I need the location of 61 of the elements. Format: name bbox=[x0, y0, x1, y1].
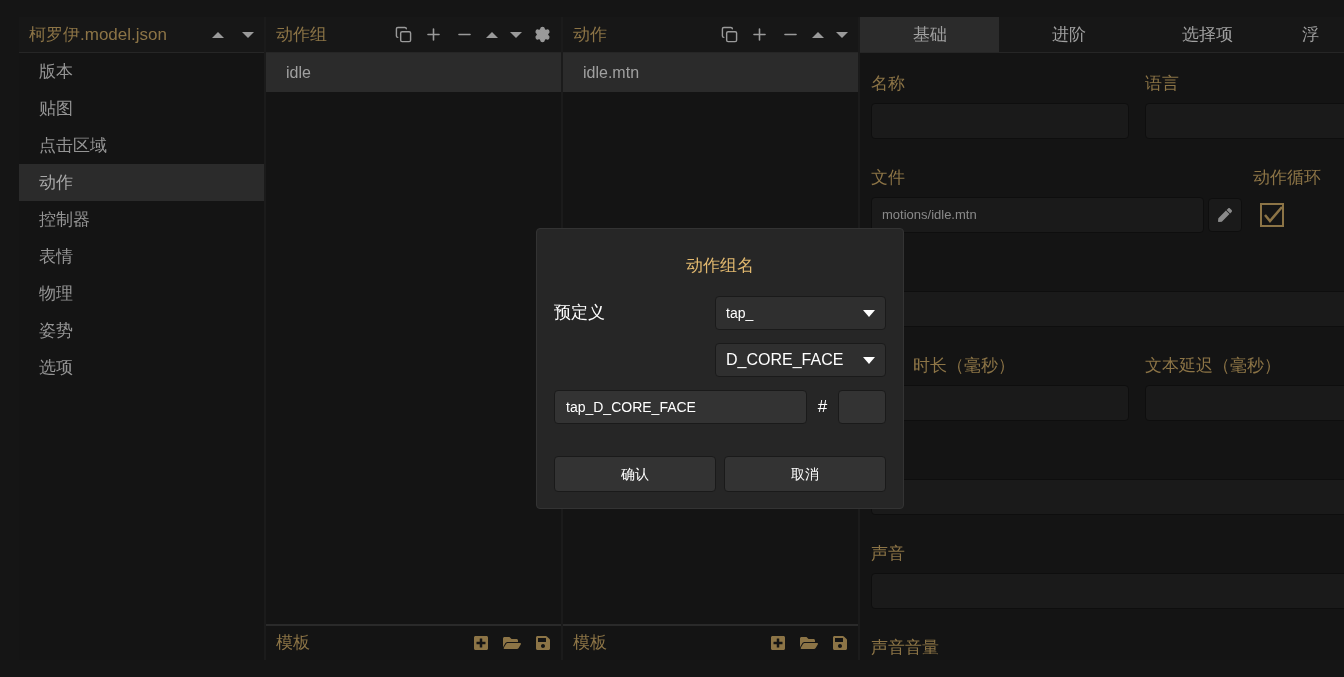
field-label: 时长（毫秒） bbox=[912, 355, 1016, 377]
add-template-icon[interactable] bbox=[770, 635, 786, 651]
list-item[interactable]: idle bbox=[266, 53, 561, 92]
number-field[interactable] bbox=[838, 390, 886, 424]
dropdown[interactable]: tap_ bbox=[715, 296, 886, 330]
tab[interactable]: 浮 bbox=[1277, 17, 1344, 52]
field-label: 文件 bbox=[871, 167, 906, 189]
duplicate-icon[interactable] bbox=[721, 26, 738, 43]
confirm-button[interactable]: 确认 bbox=[554, 456, 716, 492]
sidebar-item[interactable]: 表情 bbox=[19, 238, 264, 275]
settings-icon[interactable] bbox=[534, 26, 551, 43]
caret-icon bbox=[863, 309, 875, 317]
cancel-button[interactable]: 取消 bbox=[724, 456, 886, 492]
footer-title: 模板 bbox=[276, 632, 311, 655]
move-up-icon[interactable] bbox=[812, 30, 824, 39]
save-icon[interactable] bbox=[535, 635, 551, 651]
sidebar-item[interactable]: 动作 bbox=[19, 164, 264, 201]
panel-title: 动作组 bbox=[276, 23, 328, 46]
add-template-icon[interactable] bbox=[473, 635, 489, 651]
hash-label: # bbox=[816, 396, 829, 419]
name-field[interactable]: tap_D_CORE_FACE bbox=[554, 390, 807, 424]
caret-icon bbox=[863, 356, 875, 364]
dialog-title: 动作组名 bbox=[685, 255, 755, 277]
sidebar-item[interactable]: 选项 bbox=[19, 349, 264, 386]
file-title: 柯罗伊.model.json bbox=[29, 23, 168, 46]
sidebar-item[interactable]: 姿势 bbox=[19, 312, 264, 349]
tab[interactable]: 基础 bbox=[860, 17, 999, 52]
footer-title: 模板 bbox=[573, 632, 608, 655]
list-item[interactable]: idle.mtn bbox=[563, 53, 858, 92]
sidebar-item[interactable]: 点击区域 bbox=[19, 127, 264, 164]
folder-icon[interactable] bbox=[503, 634, 521, 652]
field-label: 声音音量 bbox=[871, 637, 940, 659]
folder-icon[interactable] bbox=[800, 634, 818, 652]
move-up-icon[interactable] bbox=[212, 30, 224, 39]
field-label: 语言 bbox=[1145, 73, 1180, 95]
panel-title: 动作 bbox=[573, 23, 608, 46]
add-icon[interactable] bbox=[424, 25, 443, 44]
dropdown[interactable]: D_CORE_FACE bbox=[715, 343, 886, 377]
move-down-icon[interactable] bbox=[510, 30, 522, 39]
field-label: 声音 bbox=[871, 543, 906, 565]
move-down-icon[interactable] bbox=[836, 30, 848, 39]
tab[interactable]: 选择项 bbox=[1138, 17, 1277, 52]
move-down-icon[interactable] bbox=[242, 30, 254, 39]
add-icon[interactable] bbox=[750, 25, 769, 44]
field-label: 名称 bbox=[871, 73, 906, 95]
duplicate-icon[interactable] bbox=[395, 26, 412, 43]
loop-checkbox[interactable] bbox=[1260, 203, 1284, 227]
field-label: 动作循环 bbox=[1253, 167, 1321, 189]
field-label: 预定义 bbox=[554, 302, 605, 325]
text-field[interactable] bbox=[871, 479, 1344, 515]
edit-button[interactable] bbox=[1208, 198, 1242, 232]
field-label: 文本延迟（毫秒） bbox=[1145, 355, 1282, 377]
save-icon[interactable] bbox=[832, 635, 848, 651]
sidebar-item[interactable]: 版本 bbox=[19, 53, 264, 90]
sidebar-item[interactable]: 物理 bbox=[19, 275, 264, 312]
file-field[interactable]: motions/idle.mtn bbox=[871, 197, 1204, 233]
move-up-icon[interactable] bbox=[486, 30, 498, 39]
pencil-icon bbox=[1218, 208, 1232, 222]
sidebar-item[interactable]: 控制器 bbox=[19, 201, 264, 238]
sidebar-item[interactable]: 贴图 bbox=[19, 90, 264, 127]
tab[interactable]: 进阶 bbox=[999, 17, 1138, 52]
